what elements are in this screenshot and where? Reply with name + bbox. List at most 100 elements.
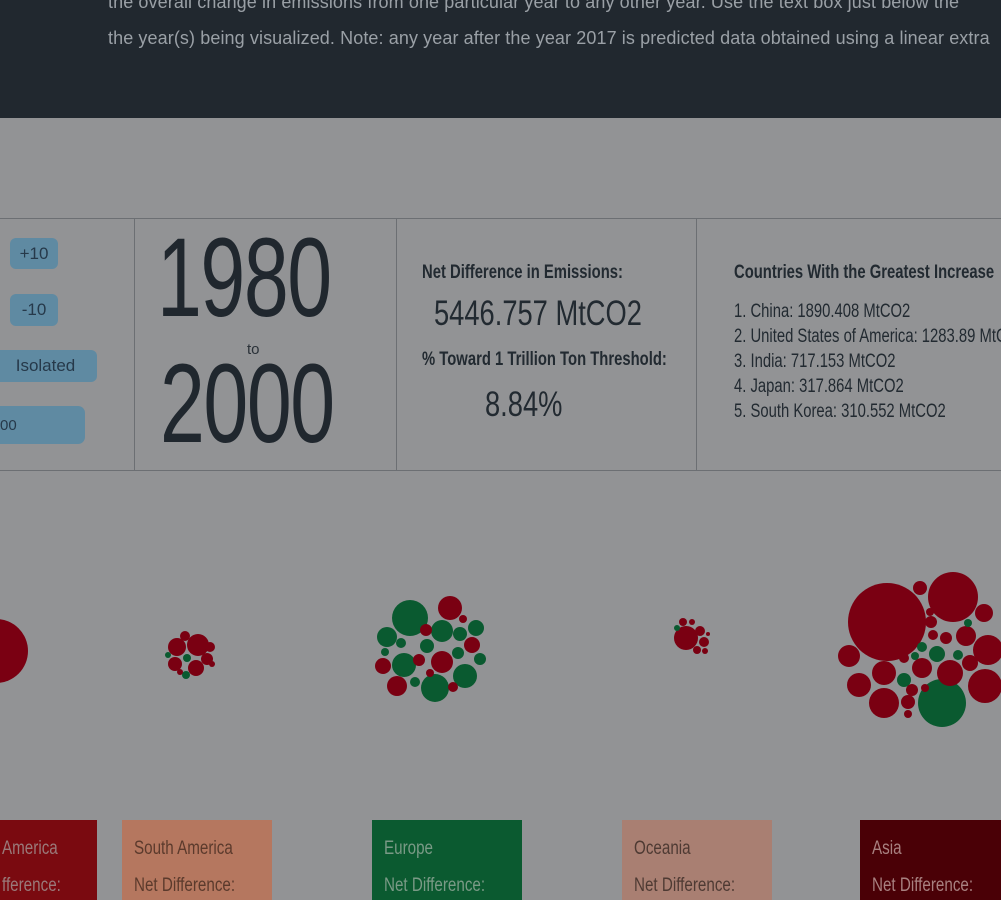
country-bubble[interactable] [426,669,434,677]
country-bubble[interactable] [848,583,926,661]
country-bubble[interactable] [968,669,1001,703]
divider [696,219,697,470]
country-bubble[interactable] [438,596,462,620]
country-bubble[interactable] [917,642,927,652]
country-bubble[interactable] [413,654,425,666]
country-bubble[interactable] [964,619,972,627]
country-bubble[interactable] [912,658,932,678]
country-bubble[interactable] [904,710,912,718]
description-line-1: the overall change in emissions from one… [108,0,960,12]
country-bubble[interactable] [421,674,449,702]
country-bubble[interactable] [899,653,909,663]
country-bubble[interactable] [452,647,464,659]
country-bubble[interactable] [699,637,709,647]
country-bubble[interactable] [926,608,934,616]
isolated-toggle-button[interactable]: Isolated [0,350,97,382]
country-bubble[interactable] [0,619,28,683]
country-bubble[interactable] [925,616,937,628]
top-countries-title: Countries With the Greatest Increase [734,262,995,283]
country-bubble[interactable] [693,646,701,654]
country-bubble[interactable] [975,604,993,622]
country-bubble[interactable] [381,648,389,656]
country-bubble[interactable] [431,620,453,642]
country-bubble[interactable] [168,657,182,671]
country-bubble[interactable] [209,661,215,667]
country-bubble[interactable] [177,669,183,675]
continent-card-south-america[interactable]: South America Net Difference: [122,820,272,900]
continent-name: Oceania [634,838,691,859]
minus-ten-button[interactable]: -10 [10,294,58,326]
net-difference-value: 5446.757 MtCO2 [434,294,642,333]
country-bubble[interactable] [459,615,467,623]
country-bubble[interactable] [464,637,480,653]
country-bubble[interactable] [872,661,896,685]
country-bubble[interactable] [928,572,978,622]
country-bubble[interactable] [937,660,963,686]
country-bubble[interactable] [928,630,938,640]
country-bubble[interactable] [962,655,978,671]
country-bubble[interactable] [674,625,680,631]
country-bubble[interactable] [901,695,915,709]
country-bubble[interactable] [375,658,391,674]
country-bubble[interactable] [453,627,467,641]
country-bubble[interactable] [468,620,484,636]
country-bubble[interactable] [695,626,705,636]
country-bubble[interactable] [702,648,708,654]
continent-name: Europe [384,838,434,859]
country-bubble[interactable] [410,677,420,687]
country-bubble[interactable] [431,651,453,673]
start-year: 1980 [157,215,332,340]
country-bubble[interactable] [392,653,416,677]
threshold-label: % Toward 1 Trillion Ton Threshold: [422,349,667,370]
top-country-item: 2. United States of America: 1283.89 MtC [734,326,1001,347]
country-bubble[interactable] [182,671,190,679]
country-bubble[interactable] [913,581,927,595]
description-header: the overall change in emissions from one… [0,0,1001,118]
country-bubble[interactable] [205,642,215,652]
continent-card-oceania[interactable]: Oceania Net Difference: [622,820,772,900]
continent-card-asia[interactable]: Asia Net Difference: [860,820,1001,900]
country-bubble[interactable] [420,624,432,636]
country-bubble[interactable] [396,638,406,648]
top-country-item: 4. Japan: 317.864 MtCO2 [734,376,904,397]
continent-name: South America [134,838,233,859]
country-bubble[interactable] [706,632,710,636]
country-bubble[interactable] [838,645,860,667]
plus-ten-button[interactable]: +10 [10,238,58,269]
top-country-item: 5. South Korea: 310.552 MtCO2 [734,401,946,422]
country-bubble[interactable] [906,684,918,696]
country-bubble[interactable] [448,682,458,692]
country-bubble[interactable] [387,676,407,696]
country-bubble[interactable] [183,654,191,662]
country-bubble[interactable] [420,639,434,653]
description-line-2: the year(s) being visualized. Note: any … [108,28,990,48]
divider [134,219,135,470]
country-bubble[interactable] [929,646,945,662]
country-bubble[interactable] [679,618,687,626]
continent-difference-label: Net Difference: [634,875,736,896]
country-bubble[interactable] [921,684,929,692]
country-bubble[interactable] [180,631,190,641]
country-bubble[interactable] [956,626,976,646]
country-bubble[interactable] [911,652,919,660]
top-country-item: 1. China: 1890.408 MtCO2 [734,301,911,322]
top-country-item: 3. India: 717.153 MtCO2 [734,351,896,372]
continent-card-north-america[interactable]: America fference: [0,820,97,900]
country-bubble[interactable] [474,653,486,665]
country-bubble[interactable] [689,619,695,625]
oceania-cluster [674,618,710,654]
country-bubble[interactable] [869,688,899,718]
country-bubble[interactable] [188,660,204,676]
country-bubble[interactable] [165,652,171,658]
country-bubble[interactable] [953,650,963,660]
asia-cluster [838,572,1001,727]
country-bubble[interactable] [377,627,397,647]
country-bubble[interactable] [847,673,871,697]
continent-difference-label: fference: [2,875,61,896]
continent-card-europe[interactable]: Europe Net Difference: [372,820,522,900]
continent-difference-label: Net Difference: [134,875,236,896]
year-input[interactable] [0,406,85,444]
divider [396,219,397,470]
north-america-cluster [0,619,28,683]
country-bubble[interactable] [940,632,952,644]
